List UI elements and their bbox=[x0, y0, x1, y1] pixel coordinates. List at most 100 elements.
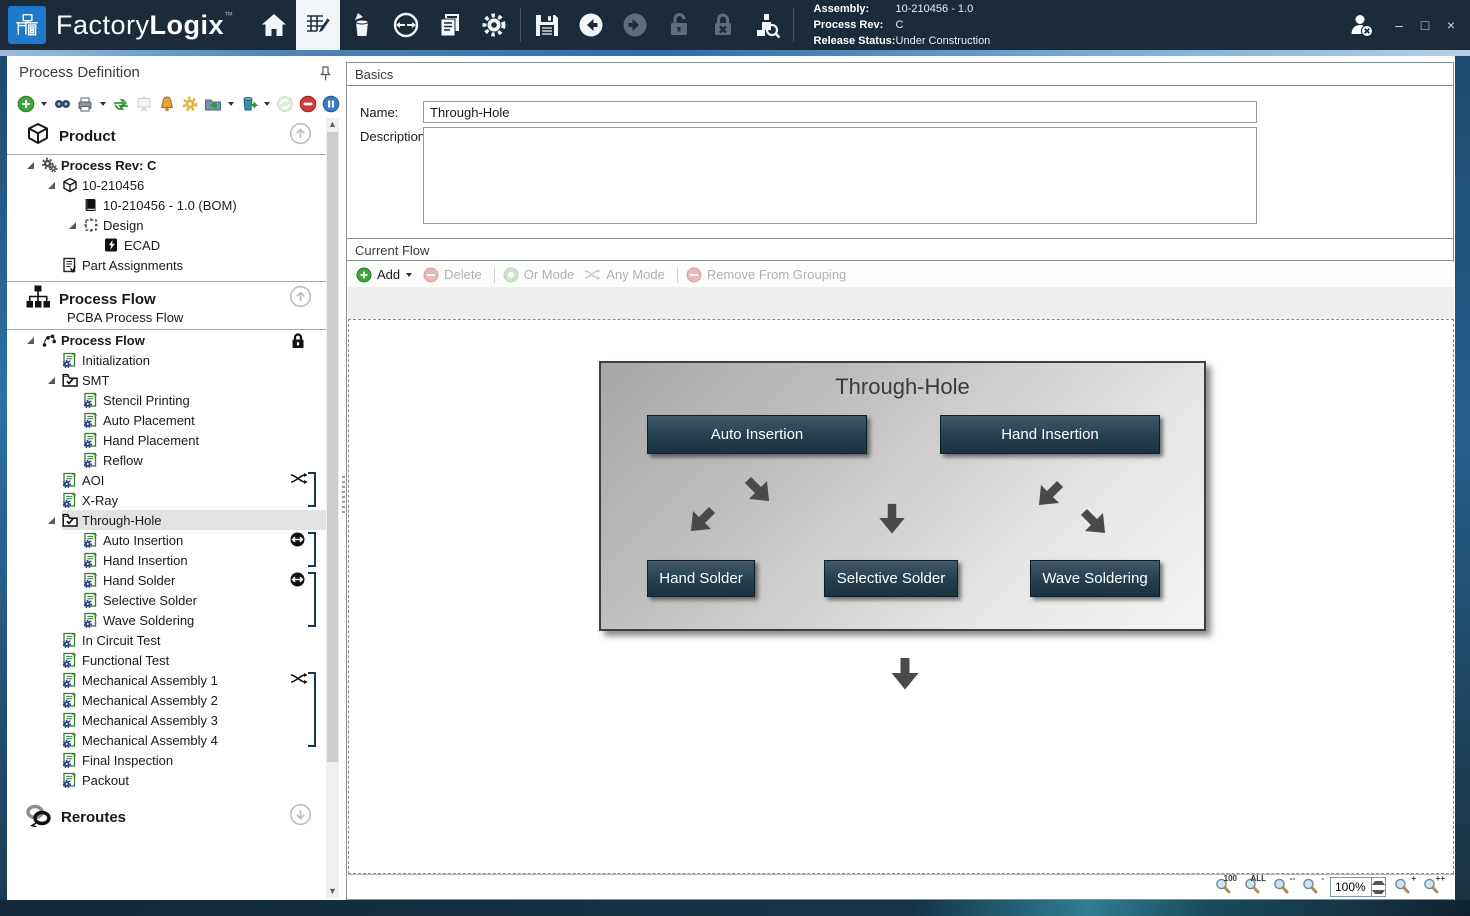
export-dropdown-caret[interactable] bbox=[228, 102, 234, 106]
tree-item-x-ray[interactable]: X-Ray bbox=[7, 490, 326, 510]
tree-item-through-hole[interactable]: Through-Hole bbox=[7, 510, 326, 530]
tree-item-initialization[interactable]: Initialization bbox=[7, 350, 326, 370]
flow-node-auto-insertion[interactable]: Auto Insertion bbox=[647, 415, 867, 454]
pin-icon[interactable] bbox=[320, 66, 331, 86]
add-dropdown-caret[interactable] bbox=[41, 102, 47, 106]
flow-node-hand-solder[interactable]: Hand Solder bbox=[647, 560, 755, 597]
tree-item-auto-placement[interactable]: Auto Placement bbox=[7, 410, 326, 430]
materials-icon[interactable] bbox=[340, 0, 384, 50]
print-icon[interactable] bbox=[76, 95, 94, 113]
tree-item-functional-test[interactable]: Functional Test bbox=[7, 650, 326, 670]
tree-item-final-inspection[interactable]: Final Inspection bbox=[7, 750, 326, 770]
maximize-button[interactable]: □ bbox=[1412, 17, 1438, 33]
collapse-up-button[interactable] bbox=[289, 285, 312, 313]
tree-item-label: Initialization bbox=[82, 353, 150, 368]
assembly-info: Assembly:10-210456 - 1.0 Process Rev:C R… bbox=[814, 1, 991, 49]
flow-node-hand-insertion[interactable]: Hand Insertion bbox=[940, 415, 1160, 454]
flow-arrow-se-icon bbox=[741, 473, 775, 507]
tree-item-10-210456-1-0-bom[interactable]: 10-210456 - 1.0 (BOM) bbox=[7, 195, 326, 215]
scrollbar-thumb[interactable] bbox=[327, 132, 338, 762]
tree-item-mechanical-assembly-1[interactable]: Mechanical Assembly 1 bbox=[7, 670, 326, 690]
expander-icon[interactable] bbox=[69, 222, 83, 229]
zoom-all-button[interactable]: ALL bbox=[1243, 877, 1265, 897]
section-header-process-flow[interactable]: Process Flow bbox=[7, 282, 326, 316]
flow-canvas[interactable]: Through-Hole Auto InsertionHand Insertio… bbox=[348, 319, 1454, 874]
documents-icon[interactable] bbox=[428, 0, 472, 50]
home-icon[interactable] bbox=[252, 0, 296, 50]
logout-user-icon[interactable] bbox=[1336, 0, 1386, 50]
expander-icon[interactable] bbox=[27, 337, 41, 344]
tree-item-design[interactable]: Design bbox=[7, 215, 326, 235]
tree-item-in-circuit-test[interactable]: In Circuit Test bbox=[7, 630, 326, 650]
tree-item-wave-soldering[interactable]: Wave Soldering bbox=[7, 610, 326, 630]
tree-item-smt[interactable]: SMT bbox=[7, 370, 326, 390]
tree-item-selective-solder[interactable]: Selective Solder bbox=[7, 590, 326, 610]
section-header-reroutes[interactable]: Reroutes bbox=[7, 800, 326, 834]
tree-item-mechanical-assembly-3[interactable]: Mechanical Assembly 3 bbox=[7, 710, 326, 730]
tree-item-mechanical-assembly-4[interactable]: Mechanical Assembly 4 bbox=[7, 730, 326, 750]
scroll-down-arrow[interactable]: ▼ bbox=[326, 885, 339, 898]
notification-icon[interactable] bbox=[158, 95, 176, 113]
description-input[interactable] bbox=[423, 127, 1257, 224]
expander-icon[interactable] bbox=[27, 162, 41, 169]
tree-item-hand-solder[interactable]: Hand Solder bbox=[7, 570, 326, 590]
tree-item-aoi[interactable]: AOI bbox=[7, 470, 326, 490]
expander-icon[interactable] bbox=[48, 377, 62, 384]
tree-item-reflow[interactable]: Reflow bbox=[7, 450, 326, 470]
process-definition-icon[interactable] bbox=[296, 0, 340, 50]
settings-icon[interactable] bbox=[472, 0, 516, 50]
tree-item-part-assignments[interactable]: Part Assignments bbox=[7, 255, 326, 275]
expander-icon[interactable] bbox=[48, 182, 62, 189]
publish-icon[interactable] bbox=[240, 95, 258, 113]
audit-search-icon[interactable] bbox=[745, 0, 789, 50]
configure-icon[interactable] bbox=[181, 95, 199, 113]
name-input[interactable] bbox=[423, 101, 1257, 123]
tree-item-stencil-printing[interactable]: Stencil Printing bbox=[7, 390, 326, 410]
tree-item-ecad[interactable]: ECAD bbox=[7, 235, 326, 255]
tree-item-process-flow[interactable]: Process Flow bbox=[7, 330, 326, 350]
zoom-100-button[interactable]: 100 bbox=[1214, 877, 1236, 897]
zoom-spin-down[interactable] bbox=[1372, 887, 1385, 896]
pause-icon[interactable] bbox=[322, 95, 340, 113]
stop-icon[interactable] bbox=[299, 95, 317, 113]
minimize-button[interactable]: – bbox=[1386, 17, 1412, 33]
tree-item-content: Design bbox=[83, 215, 326, 235]
tree-item-process-rev-c[interactable]: Process Rev: C bbox=[7, 155, 326, 175]
collapse-up-button[interactable] bbox=[289, 122, 312, 150]
back-icon[interactable] bbox=[569, 0, 613, 50]
tree-item-10-210456[interactable]: 10-210456 bbox=[7, 175, 326, 195]
tree-item-label: Hand Solder bbox=[103, 573, 175, 588]
close-button[interactable]: × bbox=[1438, 17, 1464, 33]
print-dropdown-caret[interactable] bbox=[100, 102, 106, 106]
zoom-out-fast-button[interactable]: -- bbox=[1272, 877, 1294, 897]
zoom-in-button[interactable]: + bbox=[1393, 877, 1415, 897]
add-dropdown-caret[interactable] bbox=[406, 273, 412, 277]
expand-down-button[interactable] bbox=[289, 803, 312, 831]
publish-dropdown-caret[interactable] bbox=[264, 102, 270, 106]
find-icon[interactable] bbox=[53, 95, 71, 113]
sync-icon[interactable] bbox=[112, 95, 130, 113]
section-header-product[interactable]: Product bbox=[7, 118, 326, 154]
tree-item-hand-placement[interactable]: Hand Placement bbox=[7, 430, 326, 450]
zoom-in-fast-button[interactable]: ++ bbox=[1422, 877, 1444, 897]
export-icon[interactable] bbox=[204, 95, 222, 113]
expander-icon[interactable] bbox=[48, 517, 62, 524]
tree-item-packout[interactable]: Packout bbox=[7, 770, 326, 790]
process-flow-icon bbox=[25, 284, 51, 315]
flow-node-wave-soldering[interactable]: Wave Soldering bbox=[1030, 560, 1160, 597]
add-icon[interactable] bbox=[17, 95, 35, 113]
zoom-level-input[interactable] bbox=[1331, 878, 1371, 896]
zoom-spin-up[interactable] bbox=[1372, 878, 1385, 887]
tree-item-hand-insertion[interactable]: Hand Insertion bbox=[7, 550, 326, 570]
scroll-up-arrow[interactable]: ▲ bbox=[326, 118, 339, 131]
tree-item-mechanical-assembly-2[interactable]: Mechanical Assembly 2 bbox=[7, 690, 326, 710]
transfer-icon[interactable] bbox=[384, 0, 428, 50]
flow-node-selective-solder[interactable]: Selective Solder bbox=[824, 560, 958, 597]
tree-item-auto-insertion[interactable]: Auto Insertion bbox=[7, 530, 326, 550]
add-button[interactable]: Add bbox=[356, 267, 413, 283]
save-icon[interactable] bbox=[525, 0, 569, 50]
through-hole-group-box[interactable]: Through-Hole Auto InsertionHand Insertio… bbox=[599, 361, 1206, 631]
sidebar-scrollbar[interactable]: ▲ ▼ bbox=[326, 118, 339, 898]
zoom-out-button[interactable]: - bbox=[1301, 877, 1323, 897]
any-mode-button: Any Mode bbox=[584, 267, 665, 282]
